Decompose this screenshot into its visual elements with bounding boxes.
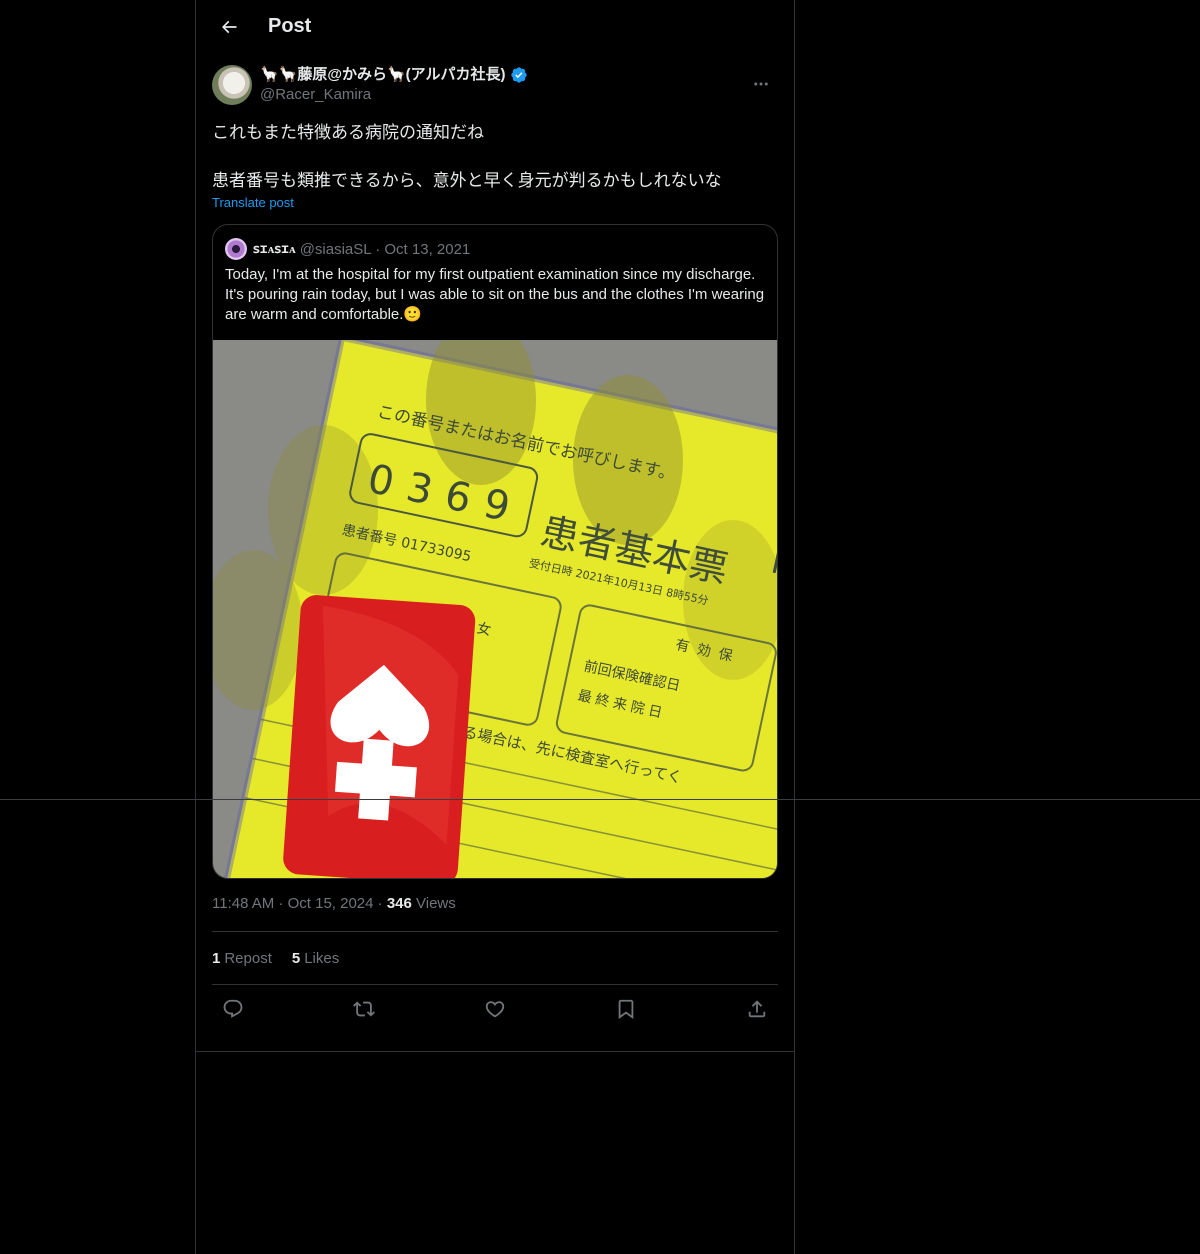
post-timestamp[interactable]: 11:48 AM · Oct 15, 2024 · — [212, 895, 387, 912]
verified-badge-icon — [510, 66, 528, 84]
more-icon — [754, 82, 768, 86]
bookmark-button[interactable] — [609, 992, 643, 1026]
quoted-avatar — [225, 238, 247, 260]
quoted-post-header: ꜱɪᴀꜱɪᴀ @siasiaSL · Oct 13, 2021 — [213, 225, 777, 261]
timeline-column: Post 🦙🦙藤原@かみら🦙(アルパカ社長) @Racer_Kamira これも… — [195, 0, 795, 1254]
repost-button[interactable] — [347, 992, 381, 1026]
post-text: これもまた特徴ある病院の通知だね 患者番号も類推できるから、意外と早く身元が判る… — [212, 123, 722, 190]
quoted-post[interactable]: ꜱɪᴀꜱɪᴀ @siasiaSL · Oct 13, 2021 Today, I… — [212, 224, 778, 879]
engagement-stats: 1 Repost 5 Likes — [212, 932, 778, 985]
page-header: Post — [196, 0, 794, 53]
reply-button[interactable] — [216, 992, 250, 1026]
views-count: 346 — [386, 895, 412, 912]
reposts-count: 1 — [212, 949, 221, 967]
views-label: Views — [411, 895, 456, 912]
red-card — [283, 595, 476, 878]
back-button[interactable] — [212, 10, 246, 44]
quoted-post-image[interactable]: この番号またはお名前でお呼びします。 0369 患者基本票 患者番号 01733… — [213, 340, 777, 878]
post-timestamp-row: 11:48 AM · Oct 15, 2024 · 346 Views — [212, 895, 778, 932]
post: 🦙🦙藤原@かみら🦙(アルパカ社長) @Racer_Kamira これもまた特徴あ… — [196, 63, 794, 1033]
author-display-name[interactable]: 🦙🦙藤原@かみら🦙(アルパカ社長) — [260, 65, 528, 85]
repost-icon — [353, 1001, 375, 1017]
share-icon — [748, 1000, 766, 1018]
likes-stat[interactable]: 5 Likes — [292, 950, 339, 967]
action-bar — [212, 985, 778, 1033]
post-bottom-divider — [196, 1051, 794, 1052]
quoted-post-text: Today, I'm at the hospital for my first … — [225, 266, 765, 323]
author-handle[interactable]: @Racer_Kamira — [260, 85, 528, 105]
reposts-stat[interactable]: 1 Repost — [212, 950, 272, 967]
arrow-left-icon — [221, 20, 237, 33]
reposts-label: Repost — [224, 949, 272, 967]
avatar[interactable] — [212, 65, 252, 105]
quoted-meta: @siasiaSL · Oct 13, 2021 — [299, 240, 471, 258]
page-title: Post — [268, 15, 312, 37]
share-button[interactable] — [740, 992, 774, 1026]
like-button[interactable] — [478, 992, 512, 1026]
heart-icon — [485, 1001, 505, 1018]
quoted-display-name: ꜱɪᴀꜱɪᴀ — [253, 242, 296, 257]
bookmark-icon — [618, 999, 634, 1020]
likes-label: Likes — [304, 949, 340, 967]
author-info: 🦙🦙藤原@かみら🦙(アルパカ社長) @Racer_Kamira — [260, 65, 528, 105]
translate-post-link[interactable]: Translate post — [212, 195, 294, 210]
likes-count: 5 — [291, 949, 301, 967]
more-button[interactable] — [744, 67, 778, 101]
reply-icon — [223, 999, 243, 1018]
screen-divider-line — [0, 799, 1200, 800]
display-name-text: 🦙🦙藤原@かみら🦙(アルパカ社長) — [260, 66, 506, 83]
author-row: 🦙🦙藤原@かみら🦙(アルパカ社長) @Racer_Kamira — [212, 63, 778, 107]
